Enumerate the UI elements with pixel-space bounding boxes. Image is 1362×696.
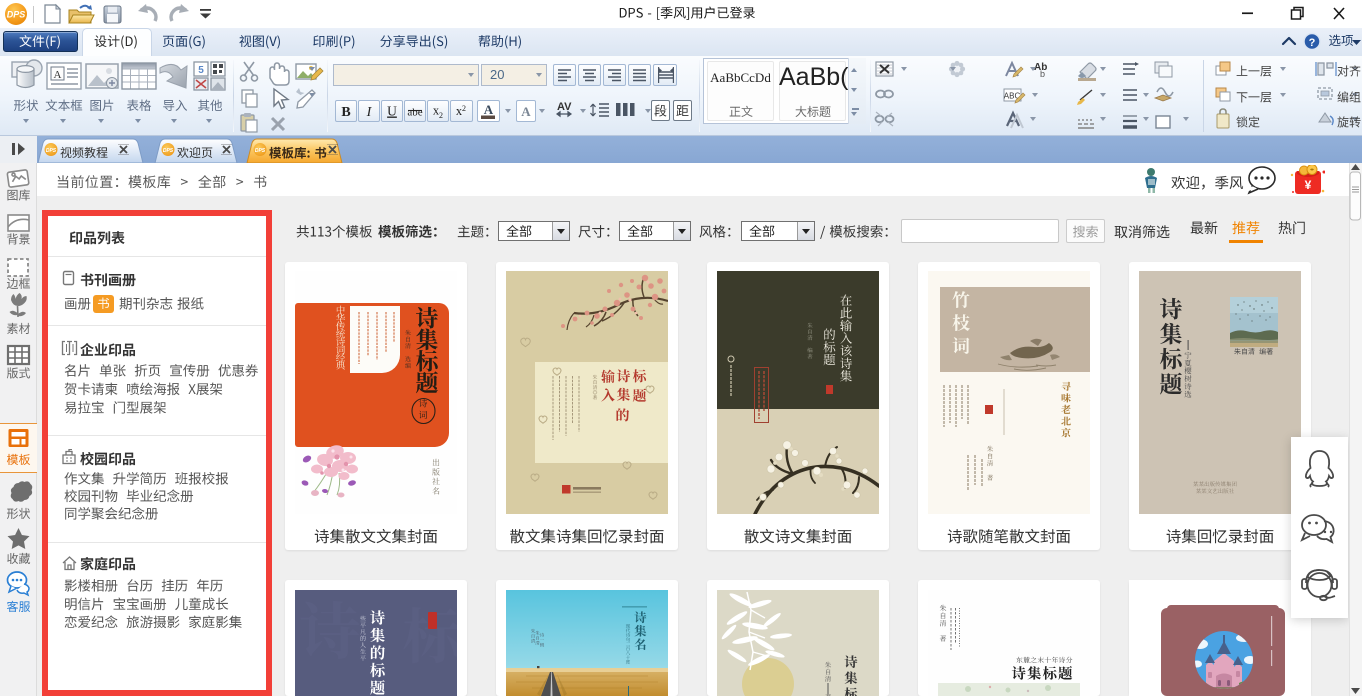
svg-text:?: ?	[1309, 37, 1316, 49]
